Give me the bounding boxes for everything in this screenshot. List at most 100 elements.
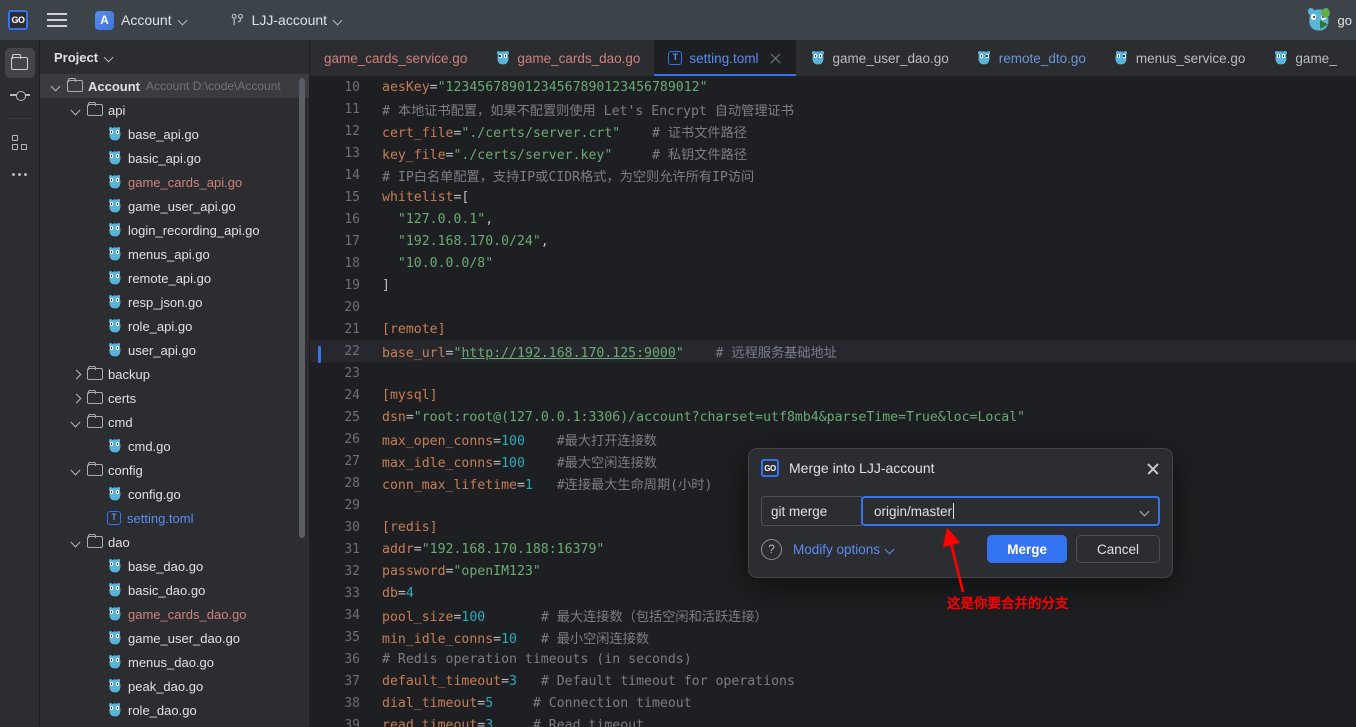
code-token: # 最大连接数（包括空闲和活跃连接） bbox=[485, 609, 768, 625]
cancel-button[interactable]: Cancel bbox=[1075, 535, 1160, 563]
code-token: min_idle_conns bbox=[382, 631, 494, 647]
merge-button[interactable]: Merge bbox=[987, 535, 1067, 563]
rail-button-more[interactable] bbox=[5, 159, 35, 189]
go-file-icon bbox=[107, 630, 122, 646]
tree-item[interactable]: api bbox=[40, 98, 309, 122]
modify-options-label: Modify options bbox=[793, 541, 881, 557]
tree-item[interactable]: basic_api.go bbox=[40, 146, 309, 170]
tree-item-label: resp_json.go bbox=[128, 294, 203, 310]
chevron-down-icon[interactable] bbox=[70, 104, 83, 117]
branch-selector[interactable]: LJJ-account bbox=[223, 8, 350, 32]
toml-file-icon: T bbox=[107, 511, 121, 525]
code-line-text: db=4 bbox=[372, 586, 414, 601]
code-line: 19] bbox=[310, 274, 1356, 296]
code-token: [redis] bbox=[382, 519, 438, 535]
project-panel-header[interactable]: Project bbox=[40, 40, 309, 74]
tree-item[interactable]: menus_api.go bbox=[40, 242, 309, 266]
tree-item[interactable]: menus_dao.go bbox=[40, 650, 309, 674]
tree-item[interactable]: role_dao.go bbox=[40, 698, 309, 722]
tree-item[interactable]: role_api.go bbox=[40, 314, 309, 338]
caret-line-marker bbox=[318, 345, 321, 363]
tree-item[interactable]: game_cards_dao.go bbox=[40, 602, 309, 626]
chevron-down-icon[interactable] bbox=[70, 416, 83, 429]
project-panel-scrollbar[interactable] bbox=[299, 78, 305, 538]
chevron-down-icon[interactable] bbox=[70, 464, 83, 477]
go-file-icon bbox=[495, 50, 510, 66]
tree-item[interactable]: config.go bbox=[40, 482, 309, 506]
go-file-icon bbox=[107, 150, 122, 166]
modify-options-link[interactable]: Modify options bbox=[793, 542, 895, 557]
go-file-icon bbox=[107, 438, 122, 454]
merge-dialog-input-row: git merge origin/master bbox=[749, 496, 1172, 526]
code-line-text: [redis] bbox=[372, 520, 438, 535]
code-token: # Read timeout bbox=[493, 717, 645, 727]
tree-item[interactable]: basic_dao.go bbox=[40, 578, 309, 602]
tree-item[interactable]: user_api.go bbox=[40, 338, 309, 362]
project-tree[interactable]: Account Account D:\code\Account api base_ap… bbox=[40, 74, 309, 727]
chevron-down-icon[interactable] bbox=[1141, 507, 1150, 516]
chevron-right-icon[interactable] bbox=[70, 392, 83, 405]
tree-item[interactable]: cmd bbox=[40, 410, 309, 434]
hamburger-menu-icon[interactable] bbox=[40, 5, 74, 35]
tree-item[interactable]: base_api.go bbox=[40, 122, 309, 146]
tree-item[interactable]: Account Account D:\code\Account bbox=[40, 74, 309, 98]
rail-button-structure[interactable] bbox=[5, 127, 35, 157]
chevron-right-icon[interactable] bbox=[70, 368, 83, 381]
rail-button-commit[interactable] bbox=[5, 80, 35, 110]
code-token: "192.168.170.0/24" bbox=[382, 233, 541, 249]
editor-tab[interactable]: menus_service.go bbox=[1100, 40, 1260, 76]
editor-tab[interactable]: game_ bbox=[1259, 40, 1350, 76]
chevron-down-icon[interactable] bbox=[70, 536, 83, 549]
editor-tab[interactable]: game_cards_service.go bbox=[310, 40, 481, 76]
tree-item[interactable]: config bbox=[40, 458, 309, 482]
tree-item[interactable]: base_dao.go bbox=[40, 554, 309, 578]
chevron-down-icon[interactable] bbox=[105, 53, 114, 62]
line-number: 10 bbox=[344, 79, 360, 95]
line-number: 30 bbox=[344, 519, 360, 535]
left-tool-rail bbox=[0, 40, 40, 727]
tree-item[interactable]: game_cards_api.go bbox=[40, 170, 309, 194]
editor-tab[interactable]: game_user_dao.go bbox=[796, 40, 962, 76]
merge-dialog[interactable]: GO Merge into LJJ-account git merge orig… bbox=[748, 448, 1173, 578]
run-config-label: go bbox=[1337, 12, 1352, 28]
tree-item[interactable]: remote_api.go bbox=[40, 266, 309, 290]
tree-item[interactable]: backup bbox=[40, 362, 309, 386]
rail-button-project[interactable] bbox=[4, 48, 35, 78]
tree-item[interactable]: Tsetting.toml bbox=[40, 506, 309, 530]
close-icon[interactable] bbox=[769, 52, 782, 65]
line-number: 11 bbox=[344, 101, 360, 117]
tree-item[interactable]: dao bbox=[40, 530, 309, 554]
chevron-down-icon[interactable] bbox=[50, 80, 63, 93]
code-link[interactable]: http://192.168.170.125:9000 bbox=[461, 346, 675, 361]
tree-item[interactable]: game_user_api.go bbox=[40, 194, 309, 218]
project-selector[interactable]: A Account bbox=[88, 7, 195, 34]
code-token: #最大打开连接数 bbox=[524, 433, 657, 449]
tree-item[interactable]: game_user_dao.go bbox=[40, 626, 309, 650]
editor-tab[interactable]: Tsetting.toml bbox=[654, 40, 797, 76]
tree-item[interactable]: resp_json.go bbox=[40, 290, 309, 314]
editor-tab[interactable]: game_cards_dao.go bbox=[481, 40, 654, 76]
code-viewer[interactable]: 10 aesKey="123456789012345678901234567890… bbox=[310, 76, 1356, 727]
tree-item[interactable]: certs bbox=[40, 386, 309, 410]
tree-item[interactable]: peak_dao.go bbox=[40, 674, 309, 698]
close-icon[interactable] bbox=[1146, 461, 1160, 475]
run-configuration-area[interactable]: go bbox=[1306, 8, 1352, 32]
help-icon[interactable]: ? bbox=[761, 538, 782, 560]
code-token: dsn bbox=[382, 409, 406, 425]
tree-item-label: game_user_dao.go bbox=[128, 630, 241, 646]
line-number: 25 bbox=[344, 409, 360, 425]
goland-logo-icon: GO bbox=[8, 10, 28, 30]
branch-combobox[interactable]: origin/master bbox=[861, 496, 1160, 526]
tree-item[interactable]: cmd.go bbox=[40, 434, 309, 458]
editor-tab[interactable]: remote_dto.go bbox=[963, 40, 1100, 76]
editor-tab-bar[interactable]: game_cards_service.go game_cards_dao.go Ts… bbox=[310, 40, 1356, 76]
tree-item[interactable]: login_recording_api.go bbox=[40, 218, 309, 242]
folder-icon bbox=[67, 77, 83, 92]
